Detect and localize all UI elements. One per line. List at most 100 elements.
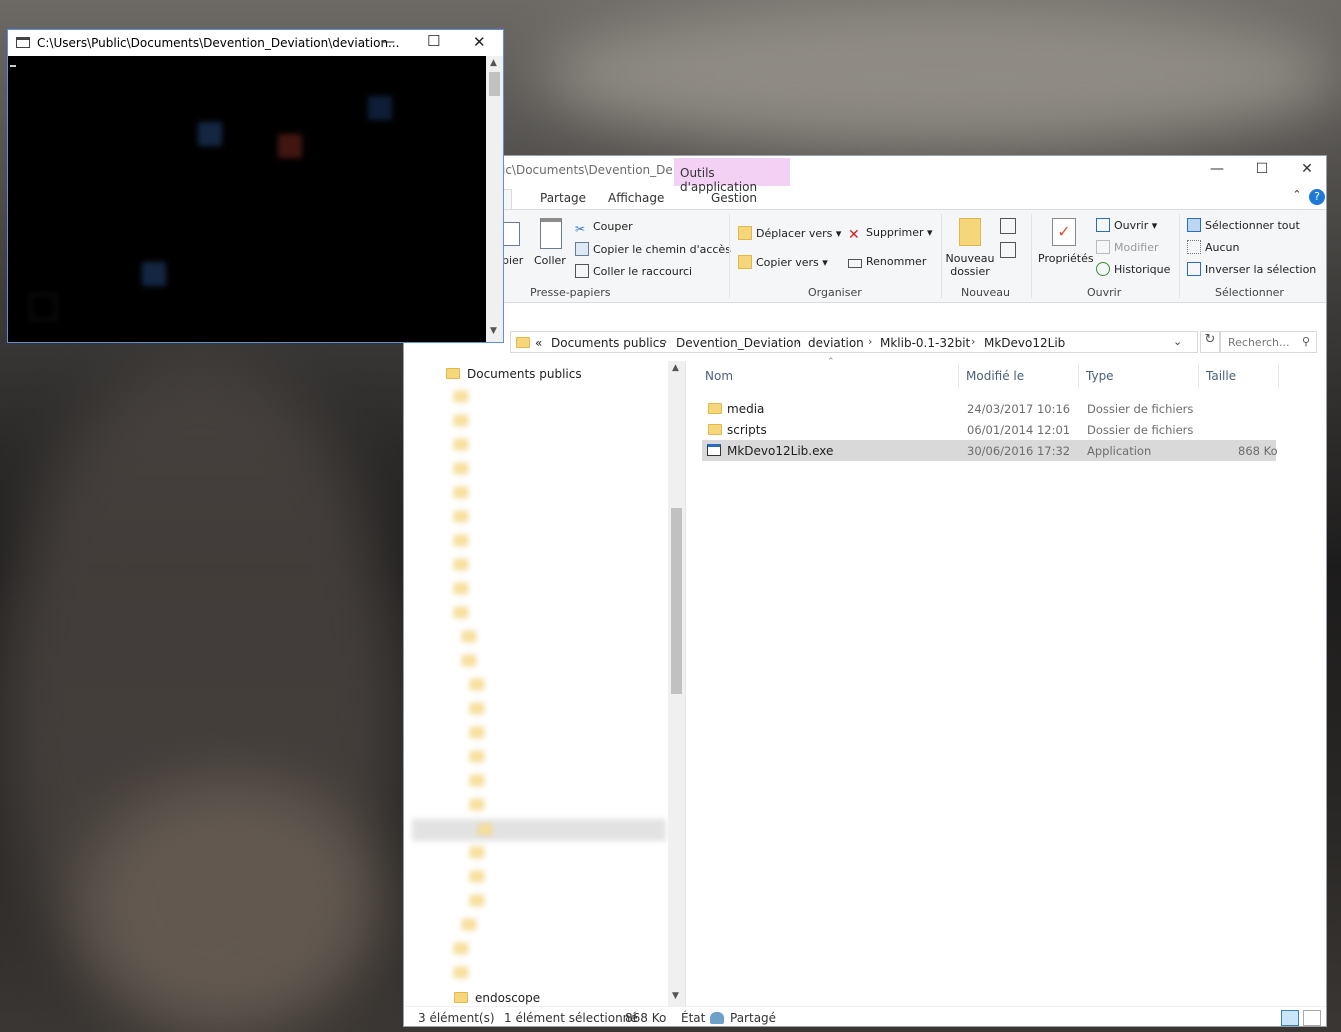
copy-button[interactable]: pier xyxy=(502,254,523,267)
minimize-icon[interactable]: — xyxy=(1207,161,1227,179)
search-input[interactable] xyxy=(1226,335,1300,350)
nav-item[interactable] xyxy=(470,774,491,796)
help-icon[interactable]: ? xyxy=(1309,189,1325,205)
easy-access-icon[interactable] xyxy=(1000,242,1016,258)
nav-item[interactable] xyxy=(454,606,475,628)
console-scrollbar[interactable]: ▲ ▼ xyxy=(486,56,503,342)
column-header-name[interactable]: Nom xyxy=(705,369,733,383)
chevron-down-icon[interactable]: ⌄ xyxy=(1173,335,1182,348)
breadcrumb-item[interactable]: Mklib-0.1-32bit xyxy=(880,336,970,350)
paste-button[interactable]: Coller xyxy=(534,254,566,267)
delete-button[interactable]: ✕ Supprimer ▾ xyxy=(848,226,933,243)
breadcrumb-item[interactable]: Devention_Deviation xyxy=(676,336,801,350)
scroll-down-icon[interactable]: ▼ xyxy=(490,326,497,336)
properties-button[interactable]: Propriétés xyxy=(1038,252,1094,265)
minimize-icon[interactable]: — xyxy=(381,34,395,50)
breadcrumb-item[interactable]: MkDevo12Lib xyxy=(984,336,1065,350)
breadcrumb-item[interactable]: deviation xyxy=(808,336,864,350)
copy-path-button[interactable]: Copier le chemin d'accès xyxy=(575,242,731,256)
open-button[interactable]: Ouvrir ▾ xyxy=(1096,218,1157,232)
move-to-button[interactable]: Déplacer vers ▾ xyxy=(738,226,841,240)
maximize-icon[interactable]: ☐ xyxy=(427,32,440,50)
file-row-selected[interactable]: MkDevo12Lib.exe 30/06/2016 17:32 Applica… xyxy=(702,440,1278,461)
nav-item-endoscope[interactable]: endoscope xyxy=(454,991,540,1006)
tab-gestion[interactable]: Gestion xyxy=(711,191,757,205)
column-divider[interactable] xyxy=(1078,363,1079,389)
column-divider[interactable] xyxy=(1198,363,1199,389)
nav-item[interactable] xyxy=(454,390,475,412)
column-divider[interactable] xyxy=(958,363,959,389)
nav-item[interactable] xyxy=(454,534,475,556)
nav-item[interactable] xyxy=(454,510,475,532)
nav-item[interactable] xyxy=(462,918,483,940)
scroll-up-icon[interactable]: ▲ xyxy=(672,363,679,373)
nav-item[interactable] xyxy=(454,462,475,484)
nav-item[interactable] xyxy=(454,486,475,508)
collapse-ribbon-icon[interactable]: ⌃ xyxy=(1287,188,1307,206)
address-bar[interactable]: « Documents publics › Devention_Deviatio… xyxy=(510,331,1198,353)
nav-item[interactable] xyxy=(470,798,491,820)
paste-shortcut-button[interactable]: Coller le raccourci xyxy=(575,264,692,278)
nav-item[interactable] xyxy=(470,702,491,724)
nav-item[interactable] xyxy=(470,750,491,772)
nav-item[interactable] xyxy=(470,894,491,916)
breadcrumb-overflow[interactable]: « xyxy=(535,336,542,350)
nav-item[interactable] xyxy=(470,846,491,868)
tab-partage[interactable]: Partage xyxy=(540,191,586,205)
chevron-right-icon[interactable]: › xyxy=(796,335,800,348)
select-all-button[interactable]: Sélectionner tout xyxy=(1187,218,1300,232)
details-view-icon[interactable] xyxy=(1281,1010,1299,1026)
tab-application-tools[interactable]: Outils d'application xyxy=(674,158,790,194)
nav-item[interactable] xyxy=(454,942,475,964)
tab-affichage[interactable]: Affichage xyxy=(608,191,664,205)
column-header-size[interactable]: Taille xyxy=(1206,369,1236,383)
folder-icon xyxy=(446,368,460,379)
rename-button[interactable]: Renommer xyxy=(848,255,926,268)
folder-icon xyxy=(470,847,484,858)
nav-item[interactable] xyxy=(470,726,491,748)
column-header-modified[interactable]: Modifié le xyxy=(966,369,1024,383)
nav-item[interactable] xyxy=(454,558,475,580)
invert-selection-button[interactable]: Inverser la sélection xyxy=(1187,262,1316,276)
close-icon[interactable]: ✕ xyxy=(473,33,486,51)
column-header-type[interactable]: Type xyxy=(1086,369,1114,383)
nav-item[interactable] xyxy=(462,630,483,652)
nav-item-selected[interactable] xyxy=(412,819,666,841)
new-item-icon[interactable] xyxy=(1000,218,1016,234)
nav-item-documents-publics[interactable]: Documents publics xyxy=(446,367,582,389)
ribbon-divider xyxy=(1031,214,1032,298)
maximize-icon[interactable]: ☐ xyxy=(1252,161,1272,179)
nav-item[interactable] xyxy=(454,966,475,988)
nav-item[interactable] xyxy=(454,438,475,460)
scrollbar-thumb[interactable] xyxy=(671,508,682,694)
close-icon[interactable]: ✕ xyxy=(1297,161,1317,179)
chevron-right-icon[interactable]: › xyxy=(663,335,667,348)
scroll-up-icon[interactable]: ▲ xyxy=(490,58,497,68)
scrollbar-thumb[interactable] xyxy=(489,72,500,96)
column-divider[interactable] xyxy=(1278,363,1279,389)
edit-button[interactable]: Modifier xyxy=(1096,240,1158,254)
nav-item[interactable] xyxy=(470,678,491,700)
new-folder-button[interactable]: Nouveau dossier xyxy=(944,252,996,278)
chevron-right-icon[interactable]: › xyxy=(971,335,975,348)
copy-to-button[interactable]: Copier vers ▾ xyxy=(738,255,828,269)
navigation-scrollbar[interactable]: ▲ ▼ xyxy=(668,361,685,1006)
chevron-right-icon[interactable]: › xyxy=(868,335,872,348)
nav-item[interactable] xyxy=(462,654,483,676)
scissors-icon: ✂ xyxy=(575,222,586,236)
cut-button[interactable]: ✂ Couper xyxy=(575,220,633,236)
nav-item[interactable] xyxy=(470,870,491,892)
select-none-button[interactable]: Aucun xyxy=(1187,240,1240,254)
refresh-icon[interactable]: ↻ xyxy=(1200,331,1220,353)
breadcrumb-item[interactable]: Documents publics xyxy=(551,336,666,350)
search-box[interactable]: ⚲ xyxy=(1220,331,1317,353)
ribbon: pier Coller ✂ Couper Copier le chemin d'a… xyxy=(404,209,1326,303)
nav-item[interactable] xyxy=(454,414,475,436)
file-row[interactable]: media 24/03/2017 10:16 Dossier de fichie… xyxy=(702,398,1276,419)
nav-item[interactable] xyxy=(454,582,475,604)
history-button[interactable]: Historique xyxy=(1096,262,1170,276)
large-icons-view-icon[interactable] xyxy=(1303,1010,1321,1026)
file-row[interactable]: scripts 06/01/2014 12:01 Dossier de fich… xyxy=(702,419,1276,440)
console-output[interactable] xyxy=(8,56,487,342)
scroll-down-icon[interactable]: ▼ xyxy=(672,991,679,1001)
